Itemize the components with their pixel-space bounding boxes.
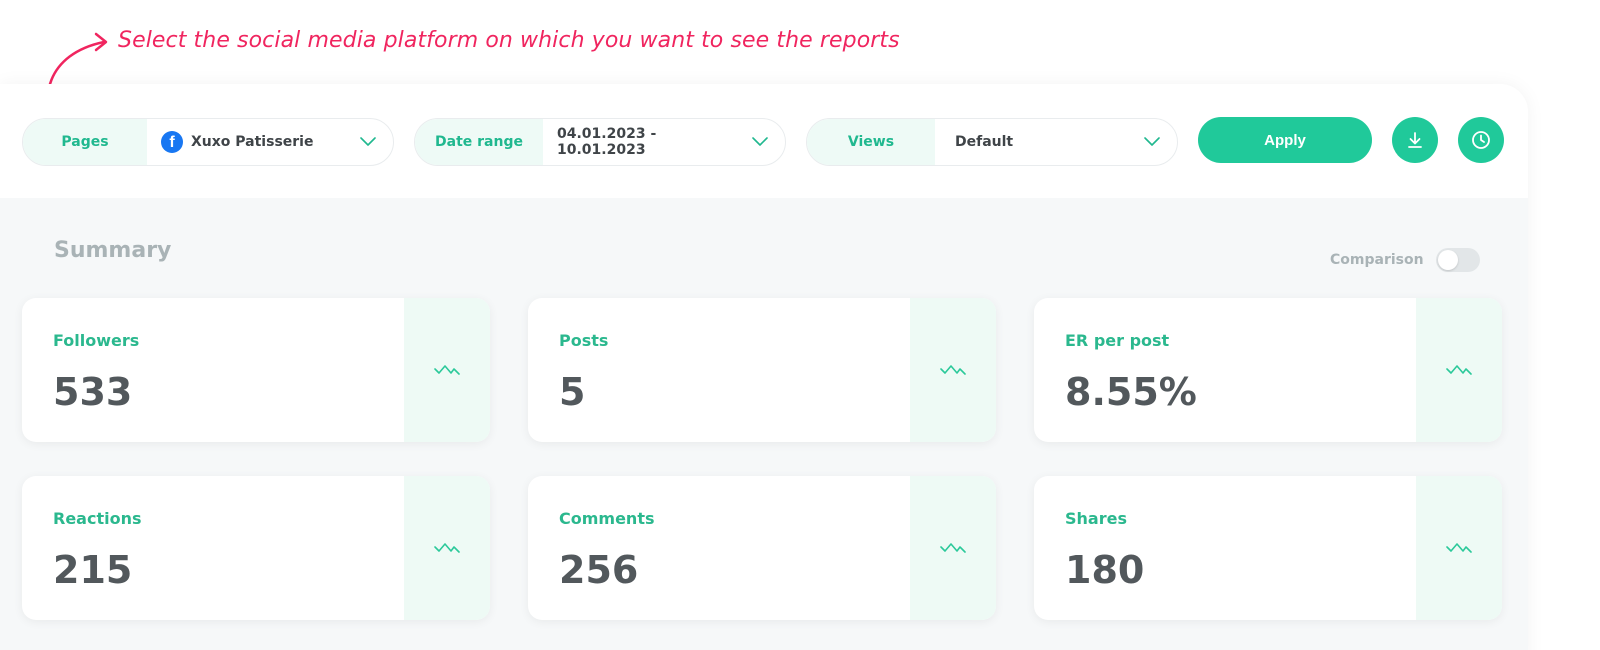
views-filter-label: Views xyxy=(807,119,935,165)
clock-icon xyxy=(1472,131,1490,149)
trend-icon xyxy=(940,543,966,553)
selected-page-name: Xuxo Patisserie xyxy=(191,134,314,150)
comparison-label: Comparison xyxy=(1330,252,1424,268)
stat-value: 256 xyxy=(559,548,639,592)
trend-icon xyxy=(434,543,460,553)
trend-icon xyxy=(940,365,966,375)
stat-card-er-per-post: ER per post 8.55% xyxy=(1034,298,1502,442)
views-filter[interactable]: Views Default xyxy=(806,118,1178,166)
date-range-value[interactable]: 04.01.2023 - 10.01.2023 xyxy=(543,119,735,165)
trend-button[interactable] xyxy=(404,298,490,442)
trend-button[interactable] xyxy=(910,298,996,442)
pages-filter-value[interactable]: f Xuxo Patisserie xyxy=(147,119,343,165)
summary-title: Summary xyxy=(54,238,172,263)
stat-label: Comments xyxy=(559,509,655,528)
stat-value: 215 xyxy=(53,548,133,592)
trend-icon xyxy=(434,365,460,375)
stat-label: Posts xyxy=(559,331,609,350)
stat-label: Reactions xyxy=(53,509,142,528)
stat-value: 180 xyxy=(1065,548,1145,592)
chevron-down-icon[interactable] xyxy=(343,119,393,165)
stat-value: 5 xyxy=(559,370,586,414)
chevron-down-icon[interactable] xyxy=(1127,119,1177,165)
stat-card-reactions: Reactions 215 xyxy=(22,476,490,620)
stat-card-followers: Followers 533 xyxy=(22,298,490,442)
trend-button[interactable] xyxy=(1416,298,1502,442)
download-button[interactable] xyxy=(1392,117,1438,163)
apply-button[interactable]: Apply xyxy=(1198,117,1372,163)
stat-value: 533 xyxy=(53,370,133,414)
stat-label: ER per post xyxy=(1065,331,1170,350)
stat-card-posts: Posts 5 xyxy=(528,298,996,442)
toggle-knob xyxy=(1437,250,1458,270)
trend-icon xyxy=(1446,365,1472,375)
pages-filter-label: Pages xyxy=(23,119,147,165)
annotation-text: Select the social media platform on whic… xyxy=(118,28,900,53)
trend-button[interactable] xyxy=(1416,476,1502,620)
trend-icon xyxy=(1446,543,1472,553)
stat-card-shares: Shares 180 xyxy=(1034,476,1502,620)
stat-label: Shares xyxy=(1065,509,1127,528)
stat-label: Followers xyxy=(53,331,140,350)
chevron-down-icon[interactable] xyxy=(735,119,785,165)
stat-card-comments: Comments 256 xyxy=(528,476,996,620)
pages-filter[interactable]: Pages f Xuxo Patisserie xyxy=(22,118,394,166)
comparison-toggle[interactable] xyxy=(1435,248,1480,272)
stat-value: 8.55% xyxy=(1065,370,1197,414)
comparison-control: Comparison xyxy=(1330,248,1480,272)
summary-section: Summary Comparison Followers 533 Posts 5… xyxy=(0,198,1528,650)
date-range-filter[interactable]: Date range 04.01.2023 - 10.01.2023 xyxy=(414,118,786,166)
trend-button[interactable] xyxy=(404,476,490,620)
filter-bar: Pages f Xuxo Patisserie Date range 04.01… xyxy=(0,84,1528,198)
facebook-icon: f xyxy=(161,131,183,153)
report-dashboard: Pages f Xuxo Patisserie Date range 04.01… xyxy=(0,84,1528,650)
download-icon xyxy=(1408,132,1422,148)
trend-button[interactable] xyxy=(910,476,996,620)
history-button[interactable] xyxy=(1458,117,1504,163)
views-value[interactable]: Default xyxy=(935,119,1127,165)
date-range-filter-label: Date range xyxy=(415,119,543,165)
